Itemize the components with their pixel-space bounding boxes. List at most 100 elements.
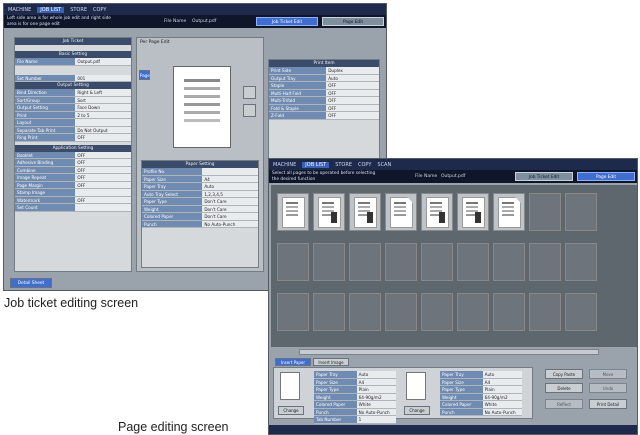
job-tab-job-list[interactable]: JOB LIST xyxy=(37,6,65,13)
reflect-button[interactable]: Reflect xyxy=(545,399,583,409)
page-file-name-value: Output.pdf xyxy=(441,174,466,179)
thumbnail-row-2 xyxy=(277,243,597,281)
paper-setting-row[interactable]: Paper Size A4 xyxy=(142,175,258,183)
print-item-row[interactable]: Z-Fold OFF xyxy=(269,112,379,120)
insert-detail-row[interactable]: Paper Tray Auto xyxy=(314,371,396,379)
application-setting-row[interactable]: Set Count xyxy=(15,204,131,212)
print-item-row[interactable]: Output Tray Auto xyxy=(269,74,379,82)
insert-detail-row-label: Paper Tray xyxy=(314,371,357,378)
print-item-row[interactable]: Print Side Duplex xyxy=(269,67,379,75)
insert-detail-row-label: Paper Size xyxy=(440,378,483,385)
output-setting-row[interactable]: Ring Print OFF xyxy=(15,134,131,142)
insert-paper-tab[interactable]: Insert Paper xyxy=(275,358,311,366)
output-setting-row[interactable]: Sort/Group Sort xyxy=(15,96,131,104)
application-setting-row[interactable]: Booklet OFF xyxy=(15,151,131,159)
paper-setting-row[interactable]: Paper Type Don't Care xyxy=(142,198,258,206)
basic-row-file-name[interactable]: File Name Output.pdf xyxy=(15,58,131,66)
paper-setting-row[interactable]: Weight Don't Care xyxy=(142,205,258,213)
paper-setting-row[interactable]: Auto Tray Select 1,2,3,4,5 xyxy=(142,190,258,198)
empty-slot xyxy=(349,243,381,281)
paper-setting-row-label: Auto Tray Select xyxy=(142,190,203,197)
paper-setting-row-label: Colored Paper xyxy=(142,213,203,220)
paper-setting-row[interactable]: Colored Paper Don't Care xyxy=(142,213,258,221)
empty-slot xyxy=(385,243,417,281)
print-item-row-value: OFF xyxy=(326,82,379,89)
insert-detail-row[interactable]: Paper Size A4 xyxy=(314,378,396,386)
insert-detail-row[interactable]: Weight 64-90g/m2 xyxy=(440,393,522,401)
job-ticket-edit-button[interactable]: Job Ticket Edit xyxy=(256,17,318,26)
print-item-row[interactable]: Multi-Trifold OFF xyxy=(269,97,379,105)
left-change-button[interactable]: Change xyxy=(278,406,304,415)
insert-detail-row-value: 64-90g/m2 xyxy=(482,393,522,400)
paper-setting-row[interactable]: Paper Tray Auto xyxy=(142,183,258,191)
insert-detail-row[interactable]: Colored Paper White xyxy=(440,401,522,409)
page-tab-copy[interactable]: COPY xyxy=(358,162,371,168)
empty-slot xyxy=(529,193,561,231)
page-tab-scan[interactable]: SCAN xyxy=(377,162,391,168)
application-setting-row[interactable]: Adhesive Binding OFF xyxy=(15,159,131,167)
thumbnail-row-1 xyxy=(277,193,597,231)
job-tab-machine[interactable]: MACHINE xyxy=(8,7,31,13)
page-job-ticket-edit-button[interactable]: Job Ticket Edit xyxy=(515,172,573,181)
print-item-row[interactable]: Fold & Staple OFF xyxy=(269,104,379,112)
output-setting-row[interactable]: Print 2 to 5 xyxy=(15,111,131,119)
page-thumb-6[interactable] xyxy=(457,193,489,231)
insert-detail-row[interactable]: Punch No Auto-Punch xyxy=(314,408,396,416)
insert-detail-row[interactable]: Tab Number 1 xyxy=(314,416,396,424)
zoom-icon[interactable] xyxy=(243,104,256,117)
insert-detail-row[interactable]: Paper Tray Auto xyxy=(440,371,522,379)
basic-row-set-number[interactable]: Set Number 001 xyxy=(15,74,131,82)
output-setting-row[interactable]: Bind Direction Right & Left xyxy=(15,89,131,97)
output-setting-row[interactable]: Output Setting Face Down xyxy=(15,104,131,112)
job-tab-copy[interactable]: COPY xyxy=(93,7,106,13)
page-thumb-4[interactable] xyxy=(385,193,417,231)
page-thumb-1[interactable] xyxy=(277,193,309,231)
page-tab-machine[interactable]: MACHINE xyxy=(273,162,296,168)
detail-sheet-button[interactable]: Detail Sheet xyxy=(10,278,52,288)
insert-detail-row[interactable]: Paper Type Plain xyxy=(440,386,522,394)
insert-detail-row[interactable]: Paper Type Plain xyxy=(314,386,396,394)
print-item-row[interactable]: Multi-Half Fold OFF xyxy=(269,89,379,97)
undo-button[interactable]: Undo xyxy=(589,383,627,393)
page-tab-job-list[interactable]: JOB LIST xyxy=(302,161,330,168)
insert-detail-row[interactable]: Weight 64-90g/m2 xyxy=(314,393,396,401)
print-item-row-label: Multi-Trifold xyxy=(269,97,327,104)
application-setting-row[interactable]: Combine OFF xyxy=(15,166,131,174)
job-tab-store[interactable]: STORE xyxy=(70,7,87,13)
right-change-button[interactable]: Change xyxy=(404,406,430,415)
rotate-icon[interactable] xyxy=(243,86,256,99)
insert-image-tab[interactable]: Insert Image xyxy=(313,358,349,366)
page-thumb-2[interactable] xyxy=(313,193,345,231)
output-setting-row[interactable]: Layout xyxy=(15,119,131,127)
application-setting-row[interactable]: Stamp Image xyxy=(15,189,131,197)
paper-setting-row[interactable]: Profile No. xyxy=(142,168,258,176)
insert-detail-row-value: Auto xyxy=(482,371,522,378)
application-setting-row[interactable]: Page Margin OFF xyxy=(15,181,131,189)
insert-detail-row-value: White xyxy=(482,401,522,408)
page-side-tab[interactable]: Page xyxy=(139,70,150,80)
page-thumb-5[interactable] xyxy=(421,193,453,231)
page-scrollbar[interactable] xyxy=(299,349,599,355)
output-setting-row[interactable]: Separate Tab Print Do Not Output xyxy=(15,126,131,134)
page-tab-store[interactable]: STORE xyxy=(335,162,352,168)
page-thumb-3[interactable] xyxy=(349,193,381,231)
paper-rows: Profile No. Paper Size A4 Paper Tray Auto Aut… xyxy=(142,168,258,228)
application-setting-row[interactable]: Watermark OFF xyxy=(15,196,131,204)
insert-detail-row[interactable]: Colored Paper White xyxy=(314,401,396,409)
page-thumb-7[interactable] xyxy=(493,193,525,231)
print-item-row[interactable]: Staple OFF xyxy=(269,82,379,90)
application-setting-row-value xyxy=(75,204,131,211)
insert-detail-row-value: White xyxy=(356,401,396,408)
paper-setting-row[interactable]: Punch No Auto-Punch xyxy=(142,220,258,228)
insert-detail-row[interactable]: Punch No Auto-Punch xyxy=(440,408,522,416)
page-page-edit-button[interactable]: Page Edit xyxy=(577,172,635,181)
move-button[interactable]: Move xyxy=(589,369,627,379)
page-edit-button[interactable]: Page Edit xyxy=(322,17,384,26)
delete-button[interactable]: Delete xyxy=(545,383,583,393)
empty-slot xyxy=(565,293,597,331)
application-setting-row[interactable]: Image Repeat OFF xyxy=(15,174,131,182)
insert-detail-row[interactable]: Paper Size A4 xyxy=(440,378,522,386)
copy-paste-button[interactable]: Copy Paste xyxy=(545,369,583,379)
print-detail-button[interactable]: Print Detail xyxy=(589,399,627,409)
print-item-row-label: Staple xyxy=(269,82,327,89)
